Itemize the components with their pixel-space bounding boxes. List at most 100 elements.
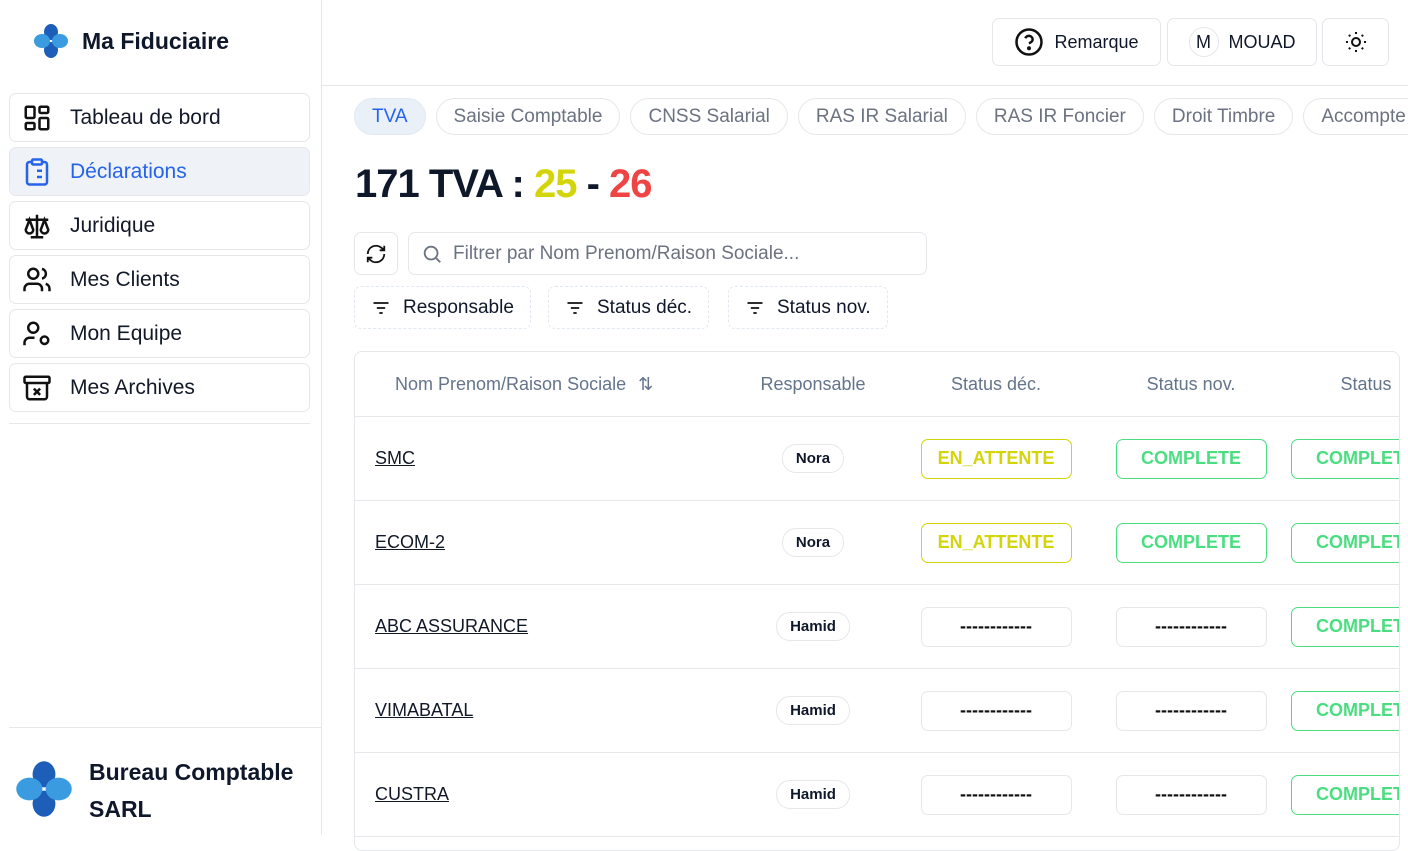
responsable-pill: Hamid [776,612,850,641]
status-badge: COMPLETE [1290,522,1399,563]
client-name-link[interactable]: ABC ASSURANCE [375,585,528,668]
sidebar-item-d-clarations[interactable]: Déclarations [9,147,310,196]
status-badge: ------------ [1115,690,1267,731]
user-name: MOUAD [1228,31,1296,52]
sidebar-item-label: Mon Equipe [70,321,183,345]
user-menu-button[interactable]: M MOUAD [1167,18,1317,66]
tab-4[interactable]: RAS IR Foncier [975,98,1144,135]
table-row[interactable]: VIMABATAL Hamid ------------ -----------… [355,669,1399,753]
title-count: 171 TVA : [355,162,525,206]
declarations-table: Nom Prenom/Raison Sociale ⇅ Responsable Sta… [354,351,1400,851]
table-row[interactable]: ECOM-2 Nora EN_ATTENTE COMPLETE COMPLETE [355,501,1399,585]
tab-3[interactable]: RAS IR Salarial [797,98,966,135]
user-cog-icon [23,321,50,345]
sidebar: Ma Fiduciaire Tableau de bord Déclaration… [0,0,322,835]
dashboard-icon [24,105,50,130]
company-type: SARL [89,796,152,822]
status-badge: EN_ATTENTE [920,438,1072,479]
column-header[interactable]: Status [1266,352,1399,416]
archive-x-icon [23,375,51,400]
users-icon [23,267,51,291]
column-header-name[interactable]: Nom Prenom/Raison Sociale ⇅ [395,352,653,416]
company-name: Bureau Comptable [89,759,294,785]
sort-icon[interactable]: ⇅ [638,374,653,395]
responsable-pill: Hamid [776,780,850,809]
company-info: Bureau Comptable SARL [9,727,321,828]
table-row[interactable]: SMC Nora EN_ATTENTE COMPLETE COMPLETE [355,417,1399,501]
title-count-a: 25 [533,162,577,206]
status-badge: EN_ATTENTE [920,522,1072,563]
tab-1[interactable]: Saisie Comptable [435,98,621,135]
column-header[interactable]: Responsable [713,352,913,416]
top-header: Remarque M MOUAD [322,0,1408,86]
client-name-link[interactable]: SMC [375,417,415,500]
refresh-button[interactable] [354,232,398,275]
filter-icon [747,301,763,314]
status-badge: ------------ [1115,606,1267,647]
table-row[interactable]: CUSTRA Hamid ------------ ------------ C… [355,753,1399,837]
title-sep: - [586,162,600,206]
status-badge: ------------ [920,774,1072,815]
filter-label: Responsable [403,296,514,318]
sidebar-item-label: Mes Archives [70,375,195,399]
sidebar-item-mes-clients[interactable]: Mes Clients [9,255,310,304]
sidebar-item-mon-equipe[interactable]: Mon Equipe [9,309,310,358]
app-title: Ma Fiduciaire [82,27,229,54]
sidebar-item-mes-archives[interactable]: Mes Archives [9,363,310,412]
status-badge: COMPLETE [1290,438,1399,479]
sidebar-item-label: Mes Clients [70,267,180,291]
divider [9,423,310,424]
filter-button[interactable]: Responsable [354,286,531,329]
logo-icon [34,24,68,58]
filter-button[interactable]: Status déc. [548,286,710,329]
responsable-pill: Hamid [776,696,850,725]
header-label: Nom Prenom/Raison Sociale [395,373,627,394]
sun-icon [1345,32,1366,52]
client-name-link[interactable]: ECOM-2 [375,501,445,584]
client-name-link[interactable]: CUSTRA [375,753,449,836]
help-circle-icon [1015,28,1044,56]
sidebar-item-tableau-de-bord[interactable]: Tableau de bord [9,93,310,142]
tab-2[interactable]: CNSS Salarial [630,98,788,135]
table-header: Nom Prenom/Raison Sociale ⇅ Responsable Sta… [355,352,1399,417]
column-header[interactable]: Status nov. [1091,352,1291,416]
page-title: 171 TVA : 25 - 26 [355,162,653,207]
remarque-label: Remarque [1054,31,1139,52]
filter-icon [373,301,389,314]
status-badge: COMPLETE [1290,690,1399,731]
scale-icon [24,214,50,238]
remarque-button[interactable]: Remarque [992,18,1161,66]
search-input[interactable] [453,242,913,265]
table-row[interactable]: ABC ASSURANCE Hamid ------------ -------… [355,585,1399,669]
status-badge: ------------ [920,606,1072,647]
refresh-icon [366,244,386,263]
theme-toggle-button[interactable] [1322,18,1389,66]
declaration-tabs: TVA Saisie Comptable CNSS Salarial RAS IR S… [354,98,1408,135]
clipboard-list-icon [25,157,49,186]
sidebar-item-juridique[interactable]: Juridique [9,201,310,250]
status-badge: COMPLETE [1115,522,1267,563]
sidebar-nav: Tableau de bord Déclarations Juridique Mes … [9,93,310,417]
status-badge: ------------ [1115,774,1267,815]
client-name-link[interactable]: VIMABATAL [375,669,473,752]
responsable-pill: Nora [781,528,845,557]
filter-icon [567,301,583,314]
search-icon [423,245,441,263]
sidebar-item-label: Déclarations [70,159,187,183]
sidebar-item-label: Juridique [70,213,156,237]
title-count-b: 26 [609,162,652,206]
tab-0[interactable]: TVA [354,98,426,135]
filter-button[interactable]: Status nov. [728,286,888,329]
tab-5[interactable]: Droit Timbre [1153,98,1294,135]
sidebar-item-label: Tableau de bord [70,105,221,129]
brand[interactable]: Ma Fiduciaire [32,22,229,60]
status-badge: COMPLETE [1290,774,1399,815]
tab-6[interactable]: Accompte [1303,98,1408,135]
status-badge: COMPLETE [1115,438,1267,479]
status-badge: ------------ [920,690,1072,731]
avatar: M [1188,27,1219,57]
column-header[interactable]: Status déc. [896,352,1096,416]
search-field [408,232,927,275]
filter-label: Status nov. [777,296,871,318]
responsable-pill: Nora [781,444,845,473]
